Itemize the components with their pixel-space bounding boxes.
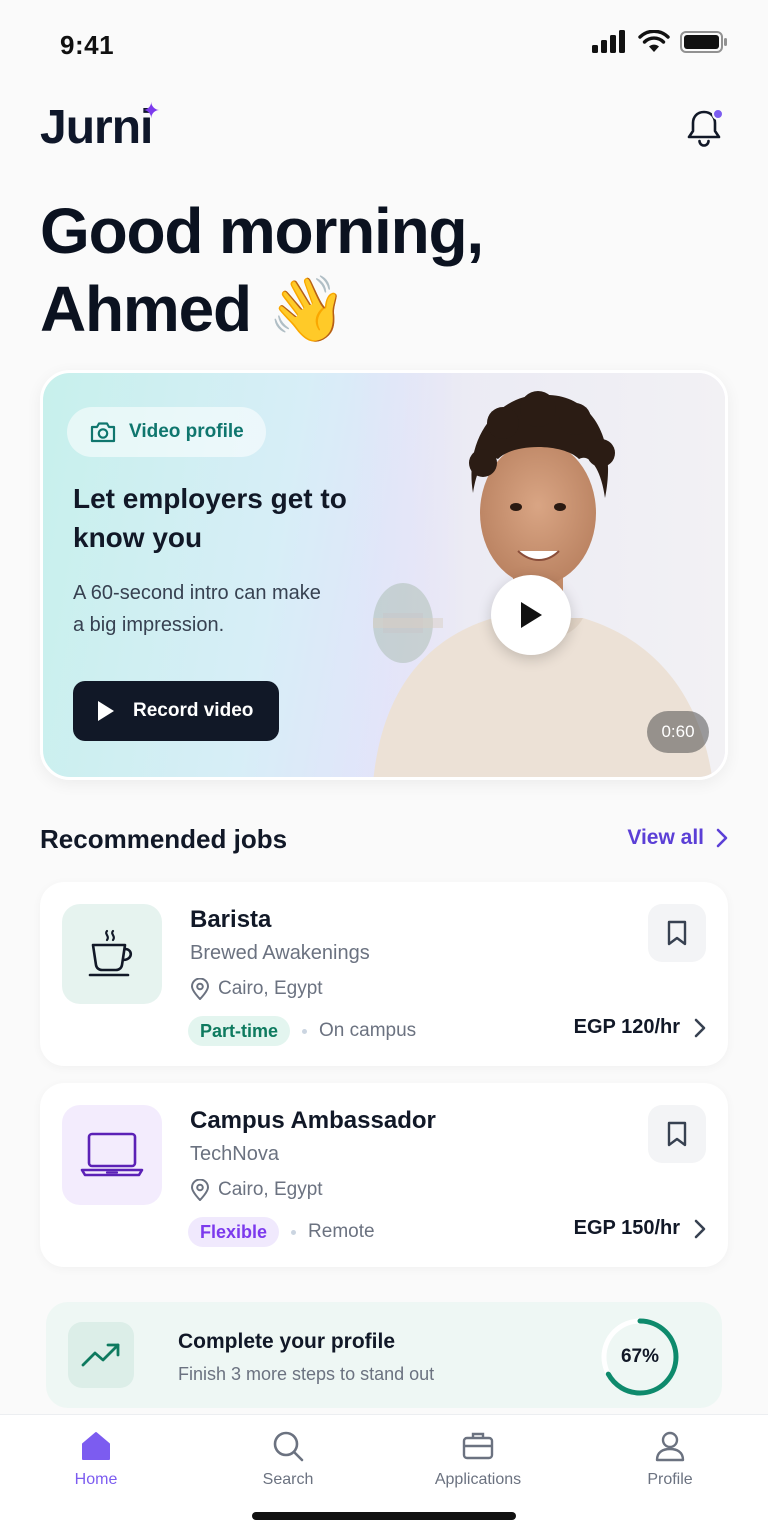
status-icons <box>592 30 728 54</box>
job-pay: EGP 120/hr <box>574 1016 706 1039</box>
view-all-label: View all <box>627 826 704 849</box>
record-video-button[interactable]: Record video <box>73 681 279 741</box>
app-logo: Jurni <box>40 101 153 154</box>
hero-subtitle: A 60-second intro can make a big impress… <box>73 582 321 636</box>
job-mode: Remote <box>308 1221 375 1242</box>
separator-dot <box>302 1028 308 1034</box>
wifi-icon <box>638 30 670 52</box>
chevron-right-icon <box>694 1219 706 1238</box>
chevron-right-icon <box>694 1018 706 1037</box>
play-video-button[interactable] <box>491 575 571 655</box>
home-indicator <box>252 1512 516 1520</box>
trending-up-icon <box>81 1343 120 1367</box>
sparkle-icon: ✦ <box>142 98 161 123</box>
job-tags: Flexible Remote <box>188 1217 375 1247</box>
video-duration: 0:60 <box>647 711 709 753</box>
job-card[interactable]: Barista Brewed Awakenings Cairo, Egypt P… <box>40 882 728 1066</box>
location-pin-icon <box>190 978 210 1000</box>
tab-search[interactable]: Search <box>228 1429 348 1489</box>
battery-icon <box>680 31 727 53</box>
job-location-text: Cairo, Egypt <box>218 1179 323 1200</box>
job-location: Cairo, Egypt <box>190 1179 323 1201</box>
job-title: Campus Ambassador <box>190 1107 436 1134</box>
video-profile-label: Video profile <box>129 421 244 442</box>
tab-applications-label: Applications <box>434 1471 522 1488</box>
tab-profile[interactable]: Profile <box>610 1429 730 1489</box>
job-mode: On campus <box>319 1020 417 1041</box>
cellular-signal-icon <box>592 30 625 53</box>
play-icon <box>521 602 542 628</box>
record-video-label: Record video <box>133 700 254 721</box>
recommended-jobs-header: Recommended jobs View all <box>40 824 728 860</box>
hero-title: Let employers get to know you <box>73 483 347 553</box>
job-logo <box>62 1105 162 1205</box>
profile-progress-label: 67% <box>620 1346 660 1367</box>
tab-search-label: Search <box>262 1471 314 1488</box>
job-pay-text: EGP 120/hr <box>573 1016 680 1038</box>
status-bar: 9:41 <box>0 0 768 90</box>
status-time: 9:41 <box>60 30 115 60</box>
greeting-heading: Good morning, Ahmed 👋 <box>40 192 484 348</box>
home-icon <box>82 1432 110 1460</box>
location-pin-icon <box>190 1179 210 1201</box>
video-profile-chip: Video profile <box>67 407 266 457</box>
video-profile-card[interactable]: Video profile Let employers get to know … <box>40 370 728 780</box>
greeting-line-1: Good morning, <box>40 195 484 267</box>
tab-home[interactable]: Home <box>36 1429 156 1489</box>
notifications-button[interactable] <box>680 104 728 152</box>
tab-applications[interactable]: Applications <box>418 1429 538 1489</box>
complete-profile-title: Complete your profile <box>178 1330 396 1353</box>
search-icon <box>273 1431 304 1462</box>
section-title: Recommended jobs <box>40 824 288 854</box>
bookmark-icon <box>667 1121 687 1147</box>
play-icon <box>98 701 114 721</box>
job-card[interactable]: Campus Ambassador TechNova Cairo, Egypt … <box>40 1083 728 1267</box>
tab-home-label: Home <box>74 1471 118 1488</box>
job-type-tag: Flexible <box>188 1217 280 1247</box>
bookmark-button[interactable] <box>648 904 706 962</box>
tab-profile-label: Profile <box>647 1471 693 1488</box>
job-company: TechNova <box>190 1143 279 1165</box>
job-pay: EGP 150/hr <box>574 1217 706 1240</box>
trending-up-icon-tile <box>68 1322 134 1388</box>
chevron-right-icon <box>716 828 728 848</box>
app-header: Jurni ✦ <box>40 98 728 160</box>
greeting-line-2: Ahmed 👋 <box>40 273 347 345</box>
job-location-text: Cairo, Egypt <box>218 978 323 999</box>
job-type-tag: Part-time <box>188 1016 291 1046</box>
complete-profile-banner[interactable]: Complete your profile Finish 3 more step… <box>46 1302 722 1408</box>
camera-icon <box>90 422 116 443</box>
job-title: Barista <box>190 906 272 933</box>
notification-badge <box>712 108 724 120</box>
view-all-link[interactable]: View all <box>627 826 728 850</box>
job-logo <box>62 904 162 1004</box>
separator-dot <box>291 1229 297 1235</box>
complete-profile-subtitle: Finish 3 more steps to stand out <box>178 1364 435 1384</box>
profile-progress-ring: 67% <box>600 1317 680 1397</box>
job-location: Cairo, Egypt <box>190 978 323 1000</box>
laptop-icon <box>80 1132 144 1177</box>
bookmark-button[interactable] <box>648 1105 706 1163</box>
job-tags: Part-time On campus <box>188 1016 416 1046</box>
job-pay-text: EGP 150/hr <box>573 1217 680 1239</box>
job-company: Brewed Awakenings <box>190 942 370 964</box>
coffee-cup-icon <box>88 929 133 977</box>
user-icon <box>655 1431 685 1462</box>
bookmark-icon <box>667 920 687 946</box>
briefcase-icon <box>462 1432 494 1460</box>
